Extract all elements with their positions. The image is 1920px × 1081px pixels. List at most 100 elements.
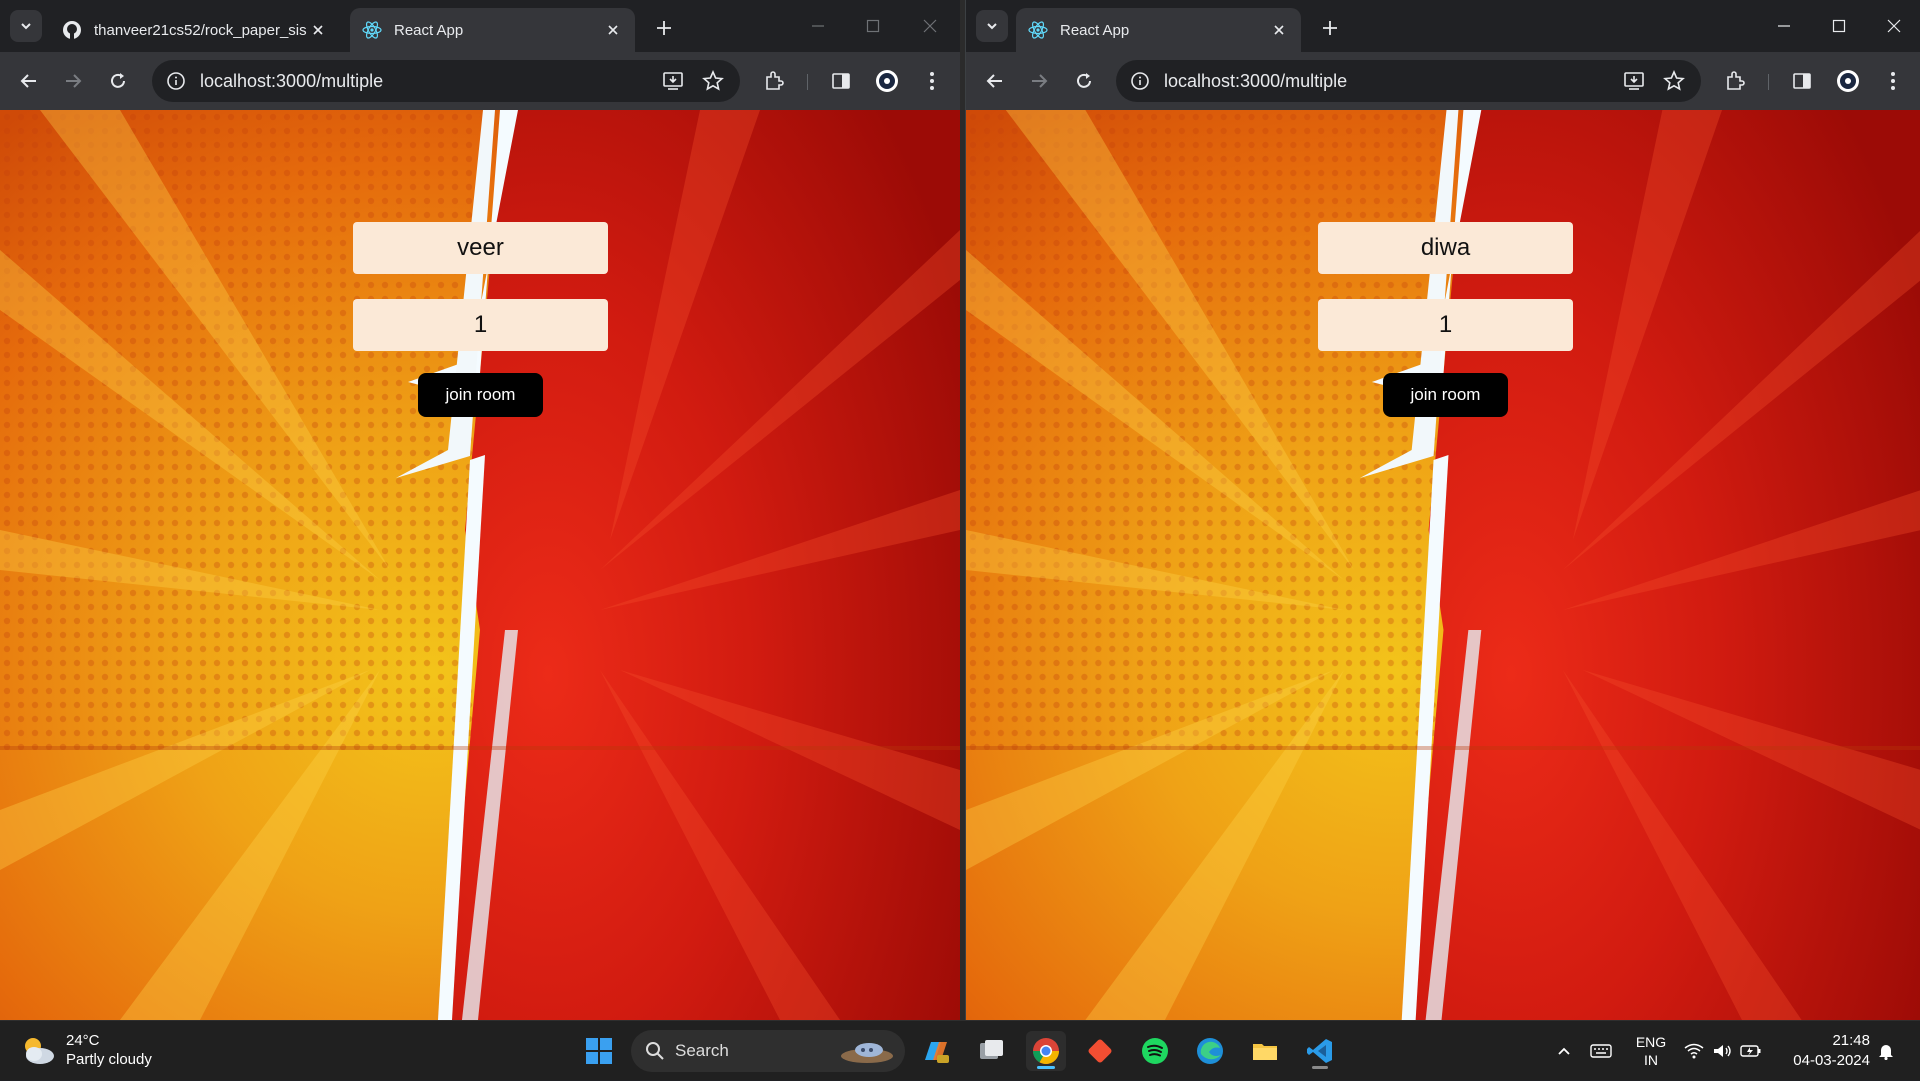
extensions-icon[interactable]: [760, 67, 788, 95]
close-icon[interactable]: [603, 20, 623, 40]
file-explorer-icon: [1253, 1044, 1277, 1060]
address-bar[interactable]: localhost:3000/multiple: [1116, 60, 1701, 102]
tab-title: React App: [394, 21, 464, 39]
search-icon: [646, 1042, 664, 1060]
git-taskbar-button[interactable]: [1080, 1031, 1120, 1071]
minimize-button[interactable]: [800, 10, 836, 42]
weather-condition: Partly cloudy: [66, 1051, 152, 1068]
maximize-button[interactable]: [1821, 10, 1857, 42]
new-tab-button[interactable]: [1316, 14, 1344, 42]
close-window-button[interactable]: [1876, 10, 1912, 42]
reload-button[interactable]: [1069, 66, 1099, 96]
edge-taskbar-button[interactable]: [1190, 1031, 1230, 1071]
reload-button[interactable]: [103, 66, 133, 96]
tab-strip: React App: [966, 0, 1920, 52]
reload-icon: [111, 73, 125, 88]
input-language-indicator[interactable]: ENG IN: [1628, 1021, 1674, 1081]
url-text[interactable]: localhost:3000/multiple: [200, 71, 660, 92]
show-hidden-icons-button[interactable]: [1552, 1021, 1576, 1081]
chevron-down-icon: [987, 23, 997, 30]
browser-window-right: React App localhost:3000/multiple diwa 1…: [965, 0, 1920, 1020]
room-id-input[interactable]: [353, 299, 608, 351]
active-indicator: [1037, 1066, 1055, 1069]
copilot-icon: [925, 1042, 949, 1063]
task-view-icon: [980, 1040, 1003, 1059]
maximize-icon: [866, 19, 880, 33]
close-icon: [1887, 19, 1901, 33]
weather-widget[interactable]: 24°C Partly cloudy: [18, 1031, 152, 1069]
tab-github[interactable]: thanveer21cs52/rock_paper_sis: [50, 8, 340, 52]
profile-avatar-icon[interactable]: [1834, 67, 1862, 95]
page-content: join room: [0, 110, 960, 1020]
system-tray-status[interactable]: [1683, 1021, 1763, 1081]
minimize-icon: [1778, 25, 1790, 27]
close-icon[interactable]: [1269, 20, 1289, 40]
arrow-left-icon: [20, 74, 36, 88]
notifications-button[interactable]: [1874, 1021, 1898, 1081]
back-button[interactable]: [14, 66, 44, 96]
bookmark-star-icon[interactable]: [1661, 68, 1687, 94]
touch-keyboard-button[interactable]: [1588, 1021, 1614, 1081]
profile-avatar-icon[interactable]: [873, 67, 901, 95]
player-name-input[interactable]: [1318, 222, 1573, 274]
url-text[interactable]: localhost:3000/multiple: [1164, 71, 1621, 92]
tab-react-app[interactable]: React App: [1016, 8, 1301, 52]
language-region: IN: [1644, 1052, 1658, 1068]
back-button[interactable]: [980, 66, 1010, 96]
plus-icon: [657, 21, 671, 35]
vscode-taskbar-button[interactable]: [1300, 1031, 1340, 1071]
copilot-button[interactable]: [916, 1031, 956, 1071]
address-bar[interactable]: localhost:3000/multiple: [152, 60, 740, 102]
arrow-right-icon: [66, 74, 82, 88]
join-room-button[interactable]: join room: [1383, 373, 1508, 417]
chrome-menu-icon[interactable]: [1879, 67, 1907, 95]
tab-search-button[interactable]: [10, 10, 42, 42]
windows-start-icon: [586, 1038, 612, 1064]
maximize-icon: [1832, 19, 1846, 33]
chrome-taskbar-button[interactable]: [1026, 1031, 1066, 1071]
arrow-left-icon: [986, 74, 1002, 88]
windows-taskbar: 24°C Partly cloudy Search ENG IN 21:48 0…: [0, 1020, 1920, 1080]
running-indicator: [1312, 1066, 1328, 1069]
side-panel-icon[interactable]: [827, 67, 855, 95]
edge-icon: [1197, 1038, 1223, 1064]
install-app-icon[interactable]: [1621, 68, 1647, 94]
minimize-button[interactable]: [1766, 10, 1802, 42]
tab-search-button[interactable]: [976, 10, 1008, 42]
git-icon: [1088, 1039, 1112, 1063]
maximize-button[interactable]: [855, 10, 891, 42]
player-name-input[interactable]: [353, 222, 608, 274]
file-explorer-taskbar-button[interactable]: [1245, 1031, 1285, 1071]
bookmark-star-icon[interactable]: [700, 68, 726, 94]
chevron-down-icon: [21, 23, 31, 30]
vscode-icon: [1307, 1039, 1332, 1063]
clock-date: 04-03-2024: [1793, 1052, 1870, 1069]
browser-toolbar: localhost:3000/multiple: [0, 52, 960, 110]
wifi-icon: [1684, 1043, 1704, 1059]
site-info-icon[interactable]: [1130, 71, 1150, 91]
system-clock[interactable]: 21:48 04-03-2024: [1778, 1021, 1870, 1081]
room-id-input[interactable]: [1318, 299, 1573, 351]
tab-react-app[interactable]: React App: [350, 8, 635, 52]
task-view-button[interactable]: [971, 1031, 1011, 1071]
site-info-icon[interactable]: [166, 71, 186, 91]
side-panel-icon[interactable]: [1788, 67, 1816, 95]
react-icon: [1028, 21, 1048, 39]
new-tab-button[interactable]: [650, 14, 678, 42]
reload-icon: [1077, 73, 1091, 88]
close-window-button[interactable]: [912, 10, 948, 42]
close-icon[interactable]: [308, 20, 328, 40]
extensions-icon[interactable]: [1721, 67, 1749, 95]
forward-button[interactable]: [1024, 66, 1054, 96]
forward-button[interactable]: [58, 66, 88, 96]
chrome-menu-icon[interactable]: [918, 67, 946, 95]
taskbar-search[interactable]: Search: [631, 1030, 905, 1072]
join-room-form: join room: [1318, 222, 1573, 417]
start-button[interactable]: [579, 1031, 619, 1071]
plus-icon: [1323, 21, 1337, 35]
chevron-up-icon: [1558, 1047, 1570, 1055]
spotify-taskbar-button[interactable]: [1135, 1031, 1175, 1071]
join-room-button[interactable]: join room: [418, 373, 543, 417]
tab-strip: thanveer21cs52/rock_paper_sis React App: [0, 0, 960, 52]
install-app-icon[interactable]: [660, 68, 686, 94]
